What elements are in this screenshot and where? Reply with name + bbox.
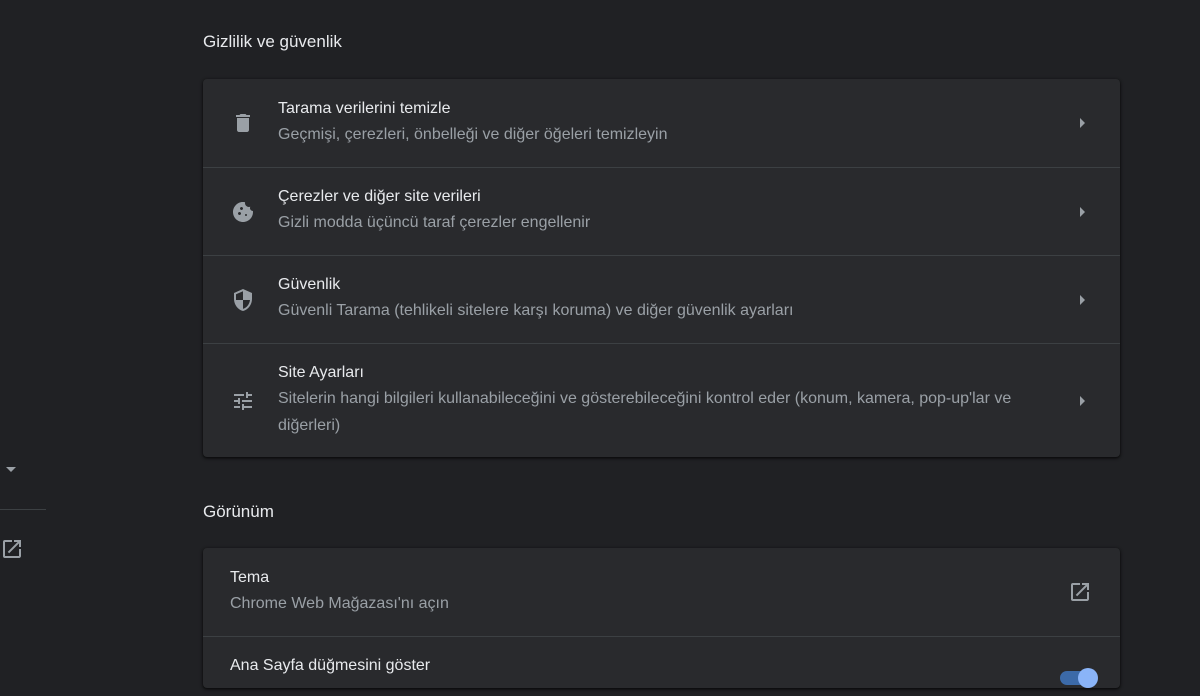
row-label: Çerezler ve diğer site verileri (278, 188, 481, 205)
trash-icon (231, 111, 255, 135)
row-sublabel: Güvenli Tarama (tehlikeli sitelere karşı… (278, 302, 794, 319)
toggle-knob (1078, 668, 1098, 688)
appearance-card: Tema Chrome Web Mağazası'nı açın Ana Say… (203, 548, 1120, 688)
sidebar-divider (0, 509, 46, 510)
row-theme[interactable]: Tema Chrome Web Mağazası'nı açın (203, 548, 1120, 636)
tune-icon (231, 389, 255, 413)
open-in-new-icon[interactable] (1068, 580, 1092, 604)
caret-down-icon[interactable] (6, 467, 16, 472)
row-sublabel: Sitelerin hangi bilgileri kullanabileceğ… (278, 389, 1012, 434)
chevron-right-icon (1080, 118, 1085, 128)
row-sublabel: Gizli modda üçüncü taraf çerezler engell… (278, 214, 591, 231)
privacy-card: Tarama verilerini temizle Geçmişi, çerez… (203, 79, 1120, 457)
row-sublabel: Chrome Web Mağazası'nı açın (230, 594, 449, 612)
row-site-settings[interactable]: Site Ayarları Sitelerin hangi bilgileri … (203, 343, 1120, 457)
home-button-toggle[interactable] (1060, 668, 1098, 688)
row-label: Site Ayarları (278, 363, 364, 381)
row-sublabel: Geçmişi, çerezleri, önbelleği ve diğer ö… (278, 125, 668, 143)
shield-icon (231, 288, 255, 312)
row-label: Güvenlik (278, 276, 341, 293)
row-cookies[interactable]: Çerezler ve diğer site verileri Gizli mo… (203, 167, 1120, 255)
row-clear-browsing-data[interactable]: Tarama verilerini temizle Geçmişi, çerez… (203, 79, 1120, 167)
row-security[interactable]: Güvenlik Güvenli Tarama (tehlikeli sitel… (203, 255, 1120, 343)
chevron-right-icon (1080, 395, 1085, 406)
chevron-right-icon (1080, 294, 1085, 305)
row-label: Ana Sayfa düğmesini göster (230, 657, 431, 674)
row-show-home-button[interactable]: Ana Sayfa düğmesini göster (203, 636, 1120, 696)
chevron-right-icon (1080, 206, 1085, 217)
open-in-new-icon[interactable] (0, 537, 24, 561)
row-label: Tema (230, 568, 270, 586)
sidebar-fragment (0, 0, 50, 675)
section-title-privacy: Gizlilik ve güvenlik (203, 32, 342, 51)
row-label: Tarama verilerini temizle (278, 99, 451, 117)
cookie-icon (231, 200, 255, 224)
section-title-appearance: Görünüm (203, 502, 274, 521)
